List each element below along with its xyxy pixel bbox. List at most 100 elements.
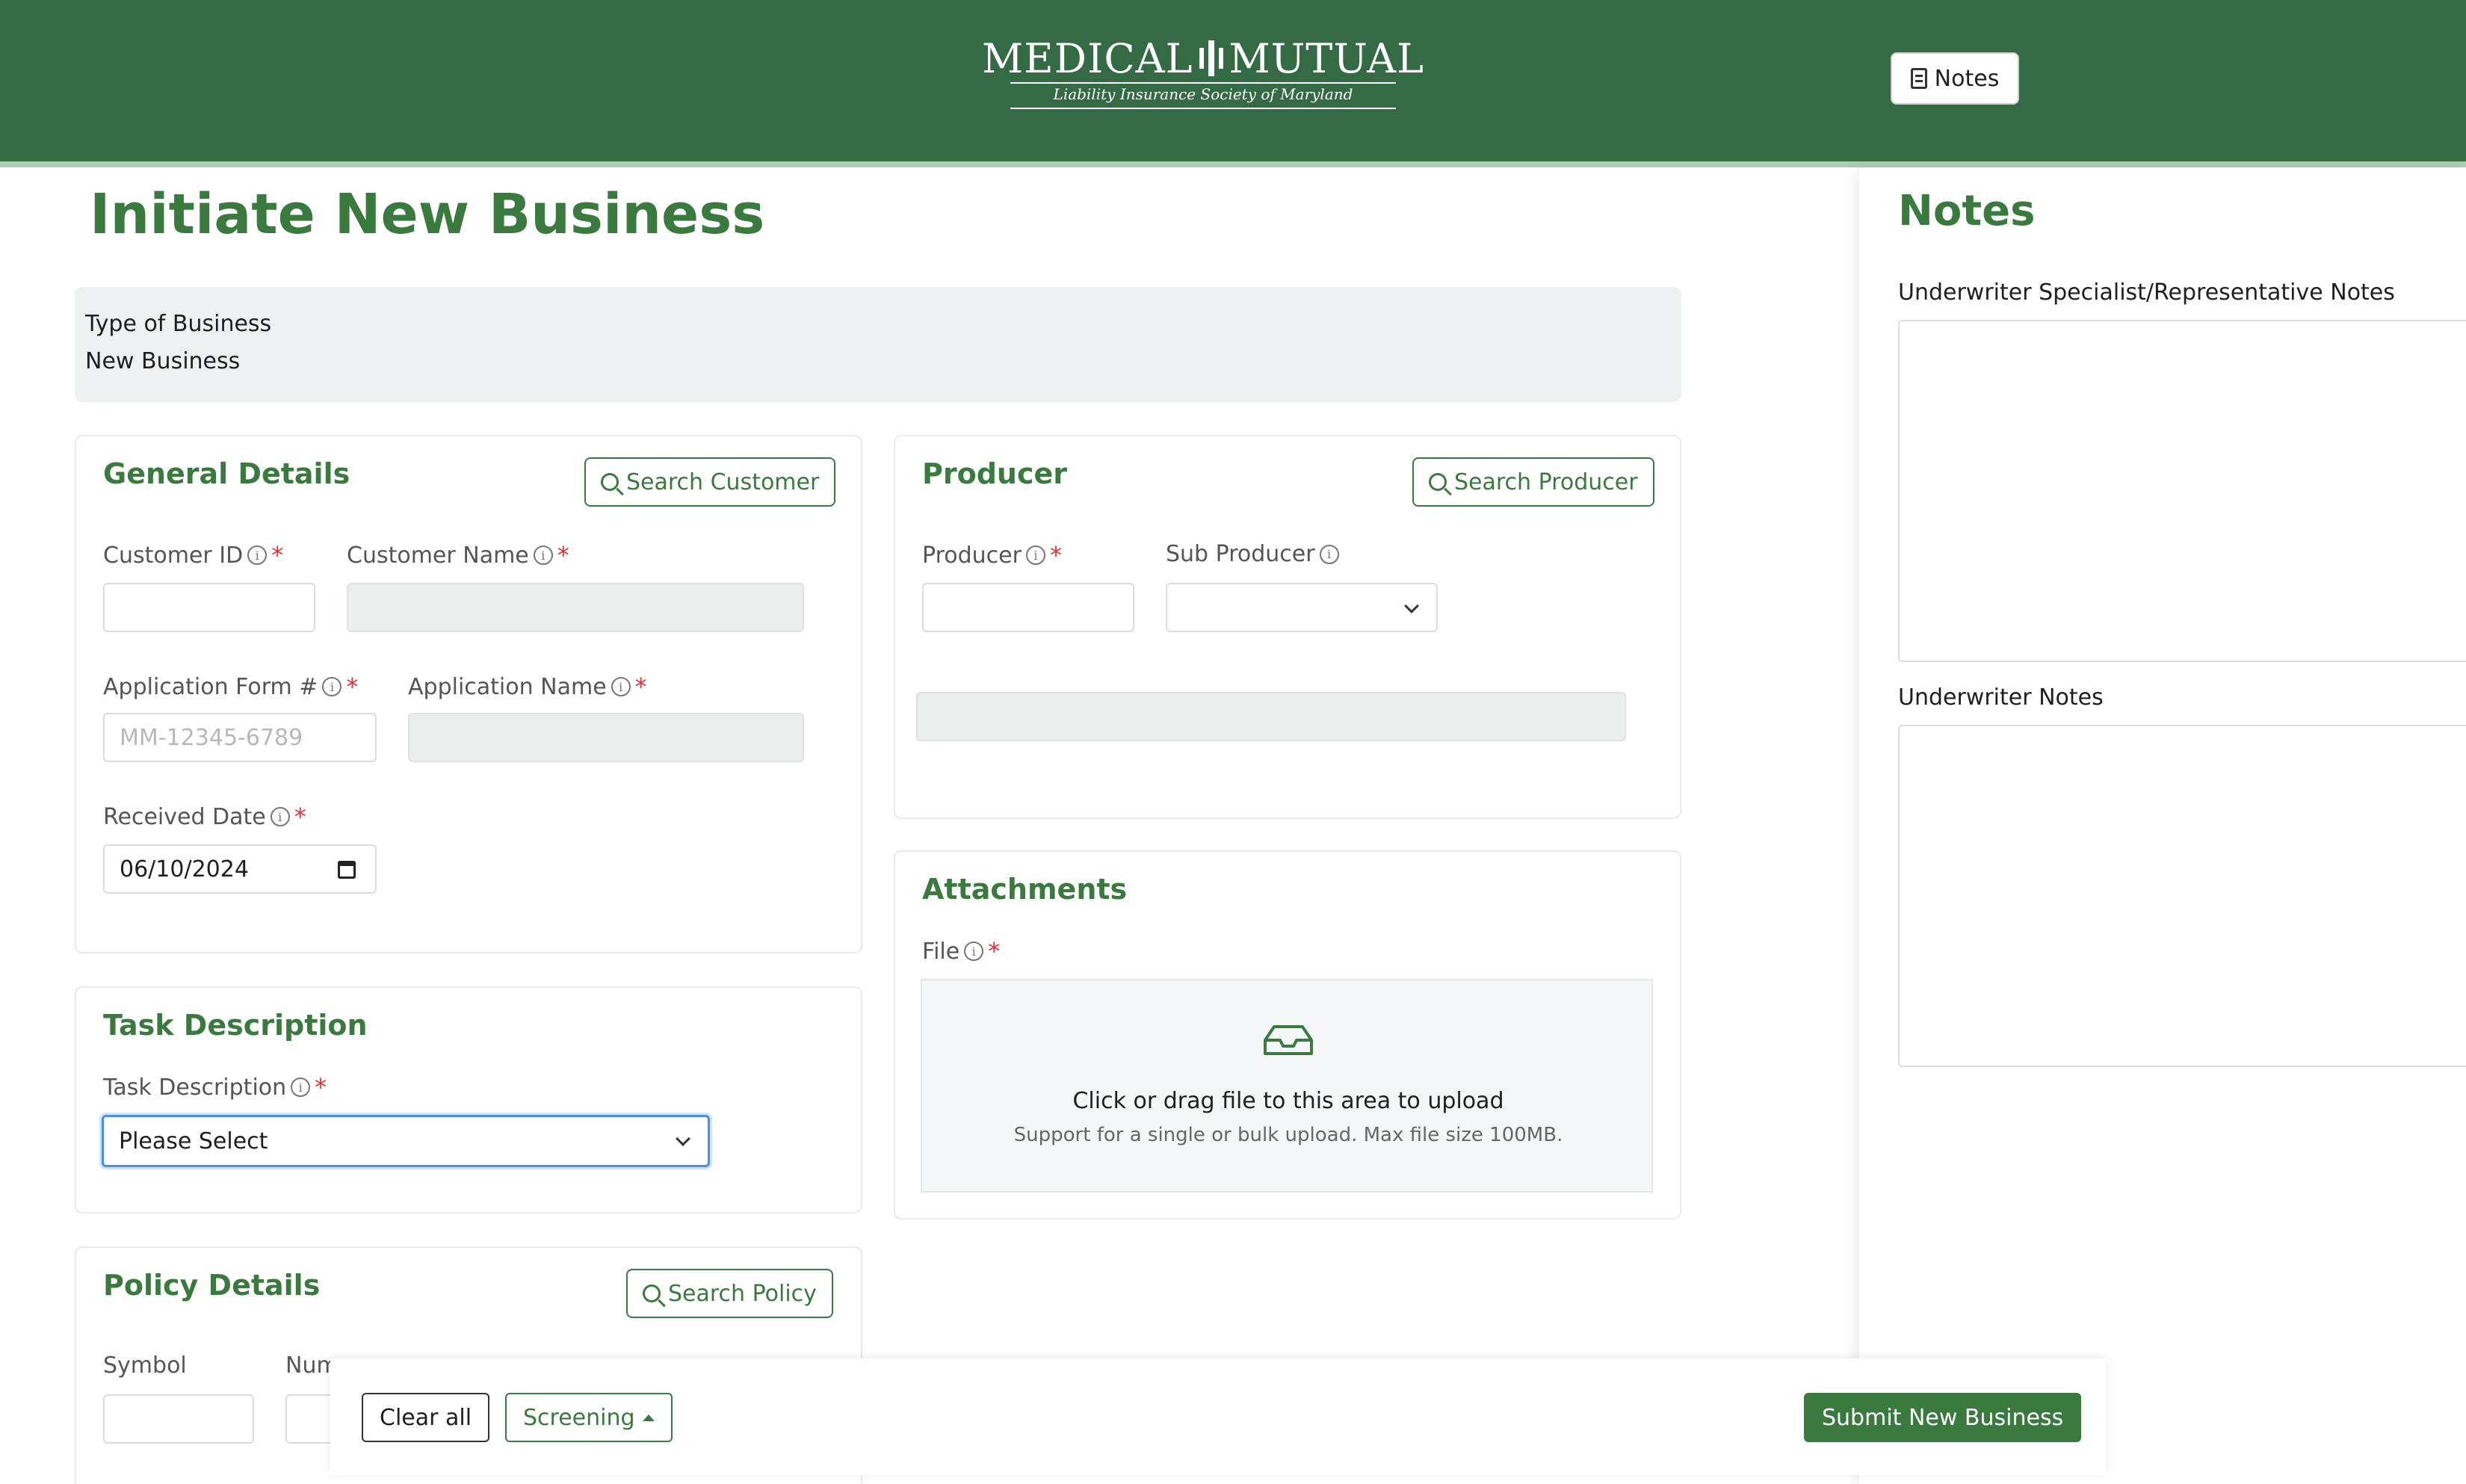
application-form-label: Application Form # i * xyxy=(103,673,358,701)
required-marker: * xyxy=(315,1073,327,1101)
search-icon xyxy=(601,473,619,491)
policy-details-title: Policy Details xyxy=(103,1269,321,1302)
symbol-label: Symbol xyxy=(103,1352,187,1379)
notes-panel: Notes Underwriter Specialist/Representat… xyxy=(1859,169,2466,1484)
notes-button-label: Notes xyxy=(1934,65,2000,92)
file-upload-dropzone[interactable]: Click or drag file to this area to uploa… xyxy=(921,979,1653,1193)
producer-label: Producer i * xyxy=(922,541,1062,569)
caret-up-icon xyxy=(642,1414,655,1421)
type-of-business-label: Type of Business xyxy=(85,311,272,337)
info-icon[interactable]: i xyxy=(322,677,342,696)
upload-hint: Support for a single or bulk upload. Max… xyxy=(1013,1124,1563,1146)
calendar-icon[interactable] xyxy=(338,861,356,879)
file-label: File i * xyxy=(922,937,1000,965)
notes-icon xyxy=(1910,68,1927,89)
search-producer-label: Search Producer xyxy=(1454,469,1638,495)
info-icon[interactable]: i xyxy=(533,545,553,565)
general-details-title: General Details xyxy=(103,457,350,490)
producer-label-text: Producer xyxy=(922,542,1022,569)
producer-title: Producer xyxy=(922,457,1067,490)
task-description-select[interactable]: Please Select xyxy=(102,1115,710,1167)
received-date-label: Received Date i * xyxy=(103,803,306,831)
producer-input[interactable] xyxy=(922,583,1134,632)
logo-wordmark: MEDICAL MUTUAL xyxy=(982,35,1424,82)
search-icon xyxy=(1429,473,1447,491)
application-form-label-text: Application Form # xyxy=(103,673,318,700)
received-date-value: 06/10/2024 xyxy=(120,856,249,882)
screening-label: Screening xyxy=(523,1404,635,1431)
chevron-down-icon xyxy=(676,1131,690,1146)
type-of-business-value: New Business xyxy=(85,348,241,374)
task-description-selected: Please Select xyxy=(119,1128,268,1154)
submit-new-business-button[interactable]: Submit New Business xyxy=(1804,1393,2082,1442)
screening-dropdown-button[interactable]: Screening xyxy=(505,1393,673,1442)
sub-producer-label-text: Sub Producer xyxy=(1166,541,1315,567)
task-description-card: Task Description Task Description i * Pl… xyxy=(75,986,862,1214)
symbol-input[interactable] xyxy=(103,1394,254,1444)
header-accent-stripe xyxy=(0,161,2466,167)
logo-rule xyxy=(1010,82,1396,84)
sub-producer-label: Sub Producer i xyxy=(1166,541,1339,567)
logo-word-medical: MEDICAL xyxy=(981,34,1193,82)
customer-id-label-text: Customer ID xyxy=(103,542,244,569)
required-marker: * xyxy=(557,541,569,569)
clear-all-button[interactable]: Clear all xyxy=(362,1393,490,1442)
logo-rule xyxy=(1010,108,1396,109)
required-marker: * xyxy=(988,937,1001,965)
application-form-input[interactable]: MM-12345-6789 xyxy=(103,713,377,762)
search-policy-label: Search Policy xyxy=(668,1280,817,1307)
medical-mutual-logo: MEDICAL MUTUAL Liability Insurance Socie… xyxy=(982,35,1424,111)
specialist-notes-textarea[interactable] xyxy=(1898,320,2466,662)
customer-name-label-text: Customer Name xyxy=(347,542,529,569)
search-customer-label: Search Customer xyxy=(626,469,820,495)
search-producer-button[interactable]: Search Producer xyxy=(1412,457,1654,507)
file-label-text: File xyxy=(922,938,960,965)
received-date-label-text: Received Date xyxy=(103,803,266,830)
task-description-label-text: Task Description xyxy=(103,1074,287,1101)
logo-subtitle: Liability Insurance Society of Maryland xyxy=(1053,85,1353,103)
underwriter-notes-label: Underwriter Notes xyxy=(1898,684,2104,711)
page-title: Initiate New Business xyxy=(90,182,765,247)
notes-toggle-button[interactable]: Notes xyxy=(1891,52,2019,105)
customer-id-input[interactable] xyxy=(103,583,315,632)
search-policy-button[interactable]: Search Policy xyxy=(626,1269,833,1318)
search-icon xyxy=(643,1284,661,1302)
customer-id-label: Customer ID i * xyxy=(103,541,283,569)
producer-card: Producer Search Producer Producer i * Su… xyxy=(894,435,1681,819)
general-details-card: General Details Search Customer Customer… xyxy=(75,435,862,953)
received-date-input[interactable]: 06/10/2024 xyxy=(103,844,377,894)
task-description-label: Task Description i * xyxy=(103,1073,327,1101)
task-description-title: Task Description xyxy=(103,1009,368,1042)
application-name-label: Application Name i * xyxy=(408,673,647,701)
required-marker: * xyxy=(1049,541,1062,569)
sub-producer-select[interactable] xyxy=(1166,583,1438,632)
customer-name-input xyxy=(347,583,804,632)
info-icon[interactable]: i xyxy=(964,942,984,961)
application-name-input xyxy=(408,713,804,762)
producer-details-display xyxy=(916,692,1626,741)
upload-instruction: Click or drag file to this area to uploa… xyxy=(1072,1088,1504,1114)
required-marker: * xyxy=(634,673,647,701)
info-icon[interactable]: i xyxy=(1025,545,1045,565)
notes-panel-title: Notes xyxy=(1898,187,2036,235)
customer-name-label: Customer Name i * xyxy=(347,541,569,569)
logo-mark-icon xyxy=(1199,40,1223,76)
app-header: MEDICAL MUTUAL Liability Insurance Socie… xyxy=(0,0,2466,161)
type-of-business-box: Type of Business New Business xyxy=(75,287,1681,402)
logo-word-mutual: MUTUAL xyxy=(1229,34,1425,82)
required-marker: * xyxy=(346,673,359,701)
info-icon[interactable]: i xyxy=(291,1078,311,1097)
bottom-action-bar: Clear all Screening Submit New Business xyxy=(330,1358,2106,1475)
required-marker: * xyxy=(294,803,306,831)
info-icon[interactable]: i xyxy=(247,545,268,565)
application-name-label-text: Application Name xyxy=(408,673,607,700)
search-customer-button[interactable]: Search Customer xyxy=(584,457,836,507)
specialist-notes-label: Underwriter Specialist/Representative No… xyxy=(1898,279,2395,306)
inbox-icon xyxy=(1264,1025,1313,1055)
chevron-down-icon xyxy=(1404,599,1419,613)
required-marker: * xyxy=(271,541,284,569)
info-icon[interactable]: i xyxy=(1319,544,1339,564)
underwriter-notes-textarea[interactable] xyxy=(1898,725,2466,1067)
info-icon[interactable]: i xyxy=(611,677,631,696)
info-icon[interactable]: i xyxy=(270,807,290,826)
